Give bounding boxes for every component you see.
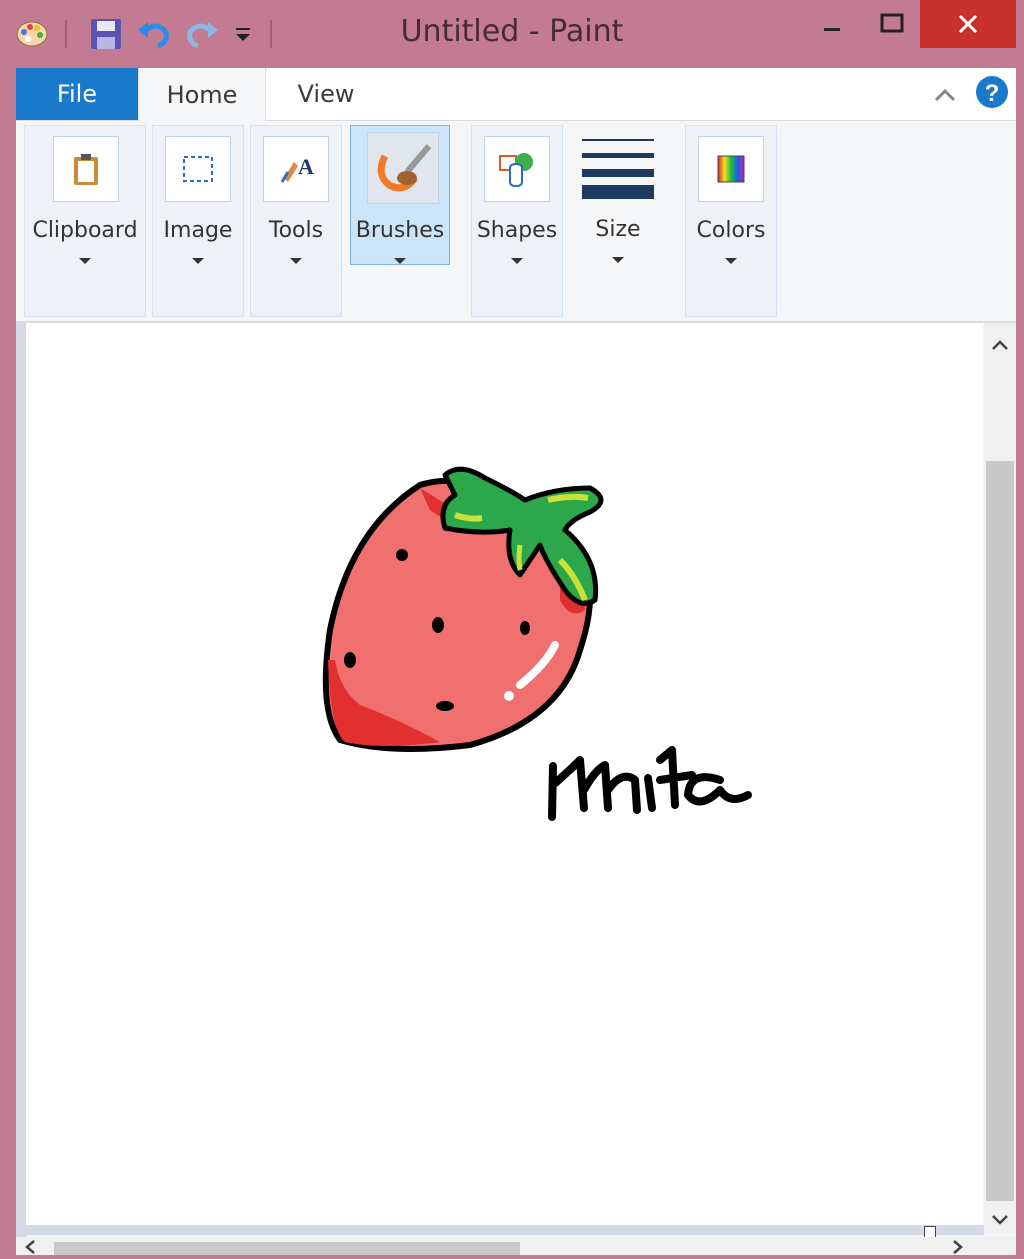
- group-label: Shapes: [476, 218, 558, 243]
- group-shapes[interactable]: Shapes: [471, 125, 563, 317]
- group-label: Image: [163, 218, 233, 243]
- select-icon: [165, 136, 231, 202]
- group-label: Size: [595, 217, 641, 242]
- group-label: Clipboard: [32, 218, 138, 243]
- maximize-button[interactable]: [866, 0, 918, 48]
- collapse-ribbon-icon[interactable]: [928, 78, 962, 112]
- scroll-down-arrow[interactable]: [984, 1207, 1016, 1233]
- hscroll-thumb[interactable]: [54, 1242, 520, 1255]
- ribbon: Clipboard Image A Tools Brushes Shapes S…: [16, 121, 1016, 323]
- horizontal-scrollbar[interactable]: [16, 1237, 1016, 1255]
- colors-icon: [698, 136, 764, 202]
- signature: [548, 746, 752, 821]
- group-brushes[interactable]: Brushes: [350, 125, 450, 265]
- chevron-down-icon: [394, 258, 406, 264]
- minimize-button[interactable]: [808, 0, 856, 48]
- scroll-thumb[interactable]: [986, 461, 1014, 1201]
- shapes-icon: [484, 136, 550, 202]
- chevron-down-icon: [612, 257, 624, 263]
- group-clipboard[interactable]: Clipboard: [24, 125, 146, 317]
- chevron-down-icon: [290, 258, 302, 264]
- group-label: Brushes: [355, 218, 445, 243]
- brush-icon: [367, 132, 439, 204]
- scroll-right-arrow[interactable]: [952, 1239, 972, 1255]
- svg-text:?: ?: [985, 80, 1000, 107]
- group-colors[interactable]: Colors: [685, 125, 777, 317]
- canvas-bottom-border: [26, 1225, 984, 1235]
- canvas-border: [16, 323, 26, 1255]
- strawberry-drawing: [322, 466, 752, 821]
- chevron-down-icon: [79, 258, 91, 264]
- tab-home[interactable]: Home: [138, 68, 266, 121]
- group-image[interactable]: Image: [152, 125, 244, 317]
- group-tools[interactable]: A Tools: [250, 125, 342, 317]
- close-button[interactable]: [920, 0, 1016, 48]
- chevron-down-icon: [725, 258, 737, 264]
- tab-file[interactable]: File: [16, 68, 138, 120]
- svg-text:A: A: [298, 154, 314, 179]
- tab-view[interactable]: View: [266, 68, 386, 120]
- scroll-up-arrow[interactable]: [984, 331, 1016, 359]
- drawing-canvas[interactable]: [26, 323, 982, 1225]
- vertical-scrollbar[interactable]: [984, 323, 1016, 1233]
- chevron-down-icon: [192, 258, 204, 264]
- group-label: Tools: [268, 218, 324, 243]
- size-icon: [582, 135, 654, 199]
- tools-icon: A: [263, 136, 329, 202]
- ribbon-tabs: File Home View ?: [16, 68, 1016, 121]
- chevron-down-icon: [511, 258, 523, 264]
- clipboard-icon: [53, 136, 119, 202]
- title-bar: Untitled - Paint: [0, 0, 1024, 68]
- group-label: Colors: [696, 218, 766, 243]
- scroll-left-arrow[interactable]: [24, 1239, 44, 1255]
- group-size[interactable]: Size: [576, 125, 660, 315]
- help-icon[interactable]: ?: [974, 74, 1010, 110]
